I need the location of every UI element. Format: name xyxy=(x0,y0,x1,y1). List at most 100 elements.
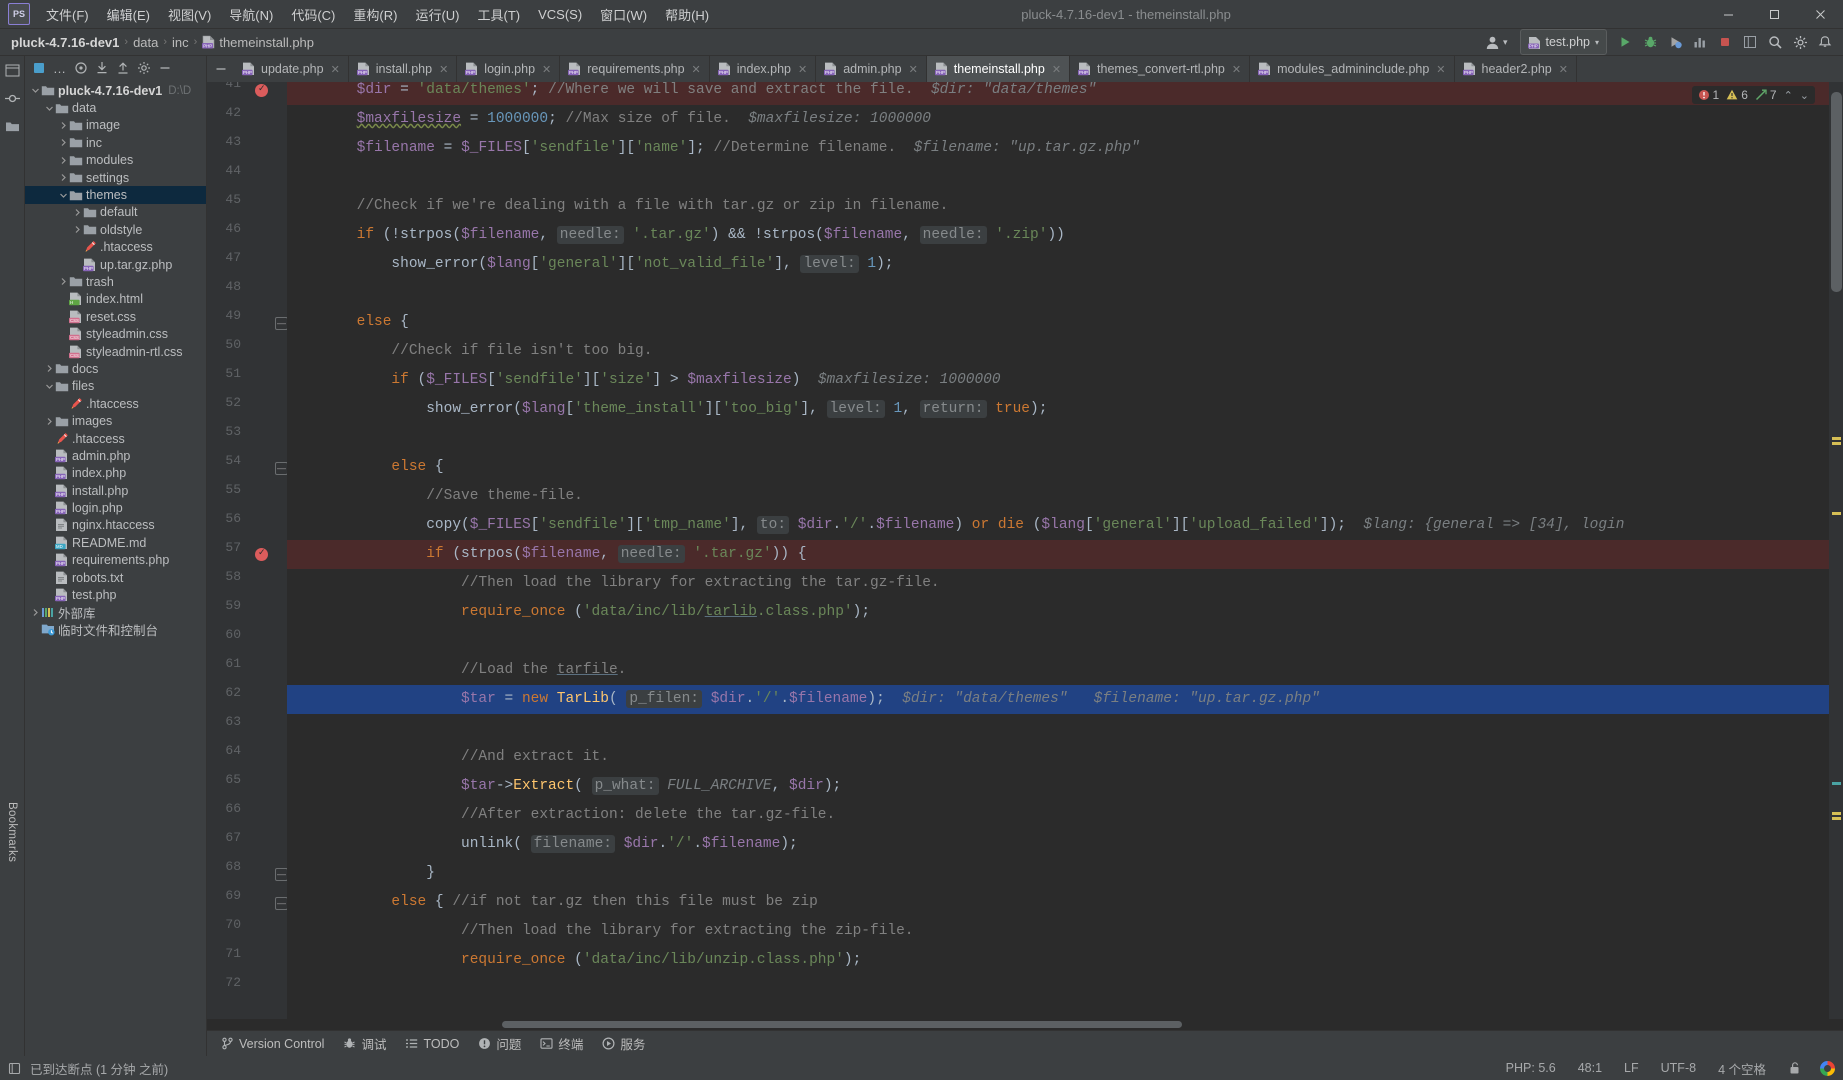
code-line[interactable]: //Then load the library for extracting t… xyxy=(287,917,913,946)
lock-icon[interactable] xyxy=(1785,1060,1804,1076)
editor-code[interactable]: $dir = 'data/themes'; //Where we will sa… xyxy=(287,82,1829,1019)
code-line[interactable]: //Check if we're dealing with a file wit… xyxy=(287,192,949,221)
tree-item[interactable]: images xyxy=(25,412,206,429)
tree-item[interactable]: PHP requirements.php xyxy=(25,552,206,569)
tree-item[interactable]: CSS reset.css xyxy=(25,308,206,325)
close-tab-icon[interactable]: ✕ xyxy=(1559,63,1568,76)
breakpoint-icon[interactable] xyxy=(255,83,268,97)
code-line[interactable]: copy($_FILES['sendfile']['tmp_name'], to… xyxy=(287,511,1624,540)
code-line[interactable]: $filename = $_FILES['sendfile']['name'];… xyxy=(287,134,1140,163)
code-line[interactable]: //Then load the library for extracting t… xyxy=(287,569,940,598)
tree-item[interactable]: nginx.htaccess xyxy=(25,517,206,534)
code-line[interactable]: if ($_FILES['sendfile']['size'] > $maxfi… xyxy=(287,366,1000,395)
tree-item[interactable]: CSS styleadmin-rtl.css xyxy=(25,343,206,360)
close-tab-icon[interactable]: ✕ xyxy=(1232,63,1241,76)
code-line[interactable]: if (strpos($filename, needle: '.tar.gz')… xyxy=(287,540,806,569)
code-line[interactable]: unlink( filename: $dir.'/'.$filename); xyxy=(287,830,798,859)
tree-item[interactable]: modules xyxy=(25,152,206,169)
stop-icon[interactable] xyxy=(1713,31,1737,53)
expand-all-icon[interactable] xyxy=(92,59,111,78)
tree-item[interactable]: PHP install.php xyxy=(25,482,206,499)
project-tool-icon[interactable] xyxy=(3,61,21,79)
collapse-all-icon[interactable] xyxy=(113,59,132,78)
tree-item[interactable]: docs xyxy=(25,360,206,377)
chevron-right-icon[interactable] xyxy=(57,119,69,131)
inspection-next-icon[interactable]: ⌄ xyxy=(1800,89,1809,102)
breakpoint-icon[interactable] xyxy=(255,547,268,561)
tree-item[interactable]: PHP test.php xyxy=(25,586,206,603)
code-line[interactable]: if (!strpos($filename, needle: '.tar.gz'… xyxy=(287,221,1065,250)
code-line[interactable]: //Load the tarfile. xyxy=(287,656,626,685)
chevron-down-icon[interactable] xyxy=(43,380,55,392)
indent-size[interactable]: 4 个空格 xyxy=(1715,1058,1769,1079)
run-configuration-selector[interactable]: PHP test.php ▾ xyxy=(1519,29,1607,55)
php-version[interactable]: PHP: 5.6 xyxy=(1503,1060,1559,1076)
menu-code[interactable]: 代码(C) xyxy=(283,2,343,27)
commit-tool-icon[interactable] xyxy=(3,89,21,107)
tree-item[interactable]: .htaccess xyxy=(25,430,206,447)
tree-item[interactable]: oldstyle xyxy=(25,221,206,238)
code-line[interactable]: else { //if not tar.gz then this file mu… xyxy=(287,888,817,917)
code-line[interactable]: } xyxy=(287,859,435,888)
caret-position[interactable]: 48:1 xyxy=(1575,1060,1605,1076)
tree-item[interactable]: MD README.md xyxy=(25,534,206,551)
close-tab-icon[interactable]: ✕ xyxy=(798,63,807,76)
code-line[interactable]: $dir = 'data/themes'; //Where we will sa… xyxy=(287,82,1097,105)
menu-refactor[interactable]: 重构(R) xyxy=(345,2,405,27)
tree-item[interactable]: .htaccess xyxy=(25,395,206,412)
tree-item[interactable]: files xyxy=(25,378,206,395)
chevron-right-icon[interactable] xyxy=(57,172,69,184)
profiler-icon[interactable] xyxy=(1688,31,1712,53)
chevron-right-icon[interactable] xyxy=(43,415,55,427)
code-line[interactable]: $maxfilesize = 1000000; //Max size of fi… xyxy=(287,105,931,134)
editor-horizontal-scrollbar[interactable] xyxy=(207,1019,1843,1030)
chevron-right-icon[interactable] xyxy=(57,154,69,166)
tree-item[interactable]: default xyxy=(25,204,206,221)
tree-item[interactable]: 临时文件和控制台 xyxy=(25,621,206,638)
code-line[interactable]: //Save theme-file. xyxy=(287,482,583,511)
menu-window[interactable]: 窗口(W) xyxy=(592,2,655,27)
toolwindow-problems[interactable]: 问题 xyxy=(470,1032,529,1055)
layout-settings-icon[interactable] xyxy=(1738,31,1762,53)
run-icon[interactable] xyxy=(1613,31,1637,53)
editor-tab-install-php[interactable]: PHP install.php ✕ xyxy=(349,56,458,82)
editor-tab-admin-php[interactable]: PHP admin.php ✕ xyxy=(816,56,927,82)
bookmarks-tool-tab[interactable]: Bookmarks xyxy=(4,798,20,866)
chevron-right-icon[interactable] xyxy=(71,206,83,218)
code-line[interactable]: require_once ('data/inc/lib/unzip.class.… xyxy=(287,946,861,975)
code-line[interactable]: require_once ('data/inc/lib/tarlib.class… xyxy=(287,598,870,627)
chevron-right-icon[interactable] xyxy=(29,606,41,618)
marker-stripe[interactable] xyxy=(1832,812,1841,815)
code-line[interactable]: //After extraction: delete the tar.gz-fi… xyxy=(287,801,835,830)
notifications-icon[interactable] xyxy=(1813,31,1837,53)
tree-item[interactable]: image xyxy=(25,117,206,134)
tree-item[interactable]: PHP login.php xyxy=(25,499,206,516)
marker-stripe[interactable] xyxy=(1832,782,1841,785)
marker-stripe[interactable] xyxy=(1832,437,1841,440)
editor-tab-modules_admininclude-php[interactable]: PHP modules_admininclude.php ✕ xyxy=(1250,56,1455,82)
code-line[interactable]: //Check if file isn't too big. xyxy=(287,337,652,366)
scrollbar-thumb[interactable] xyxy=(502,1021,1182,1028)
chevron-right-icon[interactable] xyxy=(57,137,69,149)
line-separator[interactable]: LF xyxy=(1621,1060,1642,1076)
close-tab-icon[interactable]: ✕ xyxy=(331,63,340,76)
tree-item[interactable]: trash xyxy=(25,273,206,290)
inspection-prev-icon[interactable]: ⌃ xyxy=(1784,89,1793,102)
code-line[interactable]: else { xyxy=(287,453,443,482)
locate-file-icon[interactable] xyxy=(71,59,90,78)
menu-help[interactable]: 帮助(H) xyxy=(657,2,717,27)
hide-tabs-icon[interactable] xyxy=(211,59,230,78)
close-button[interactable] xyxy=(1797,0,1843,28)
hide-panel-icon[interactable] xyxy=(155,59,174,78)
marker-stripe[interactable] xyxy=(1832,512,1841,515)
menu-navigate[interactable]: 导航(N) xyxy=(221,2,281,27)
marker-stripe[interactable] xyxy=(1832,817,1841,820)
folder-tool-icon[interactable] xyxy=(3,117,21,135)
more-options-icon[interactable]: … xyxy=(50,59,69,78)
tree-item[interactable]: PHP admin.php xyxy=(25,447,206,464)
tree-item[interactable]: settings xyxy=(25,169,206,186)
maximize-button[interactable] xyxy=(1751,0,1797,28)
toolwindow-debug[interactable]: 调试 xyxy=(335,1032,394,1055)
inspection-warnings[interactable]: 6 xyxy=(1726,88,1748,102)
chevron-right-icon[interactable] xyxy=(71,224,83,236)
